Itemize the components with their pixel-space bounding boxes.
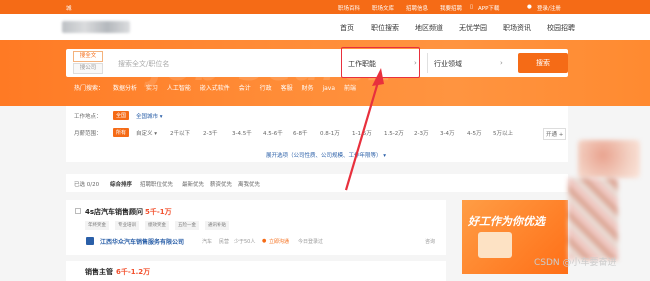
annotation-arrow bbox=[344, 68, 384, 191]
csdn-watermark: CSDN @小车要奋进 bbox=[534, 258, 617, 268]
